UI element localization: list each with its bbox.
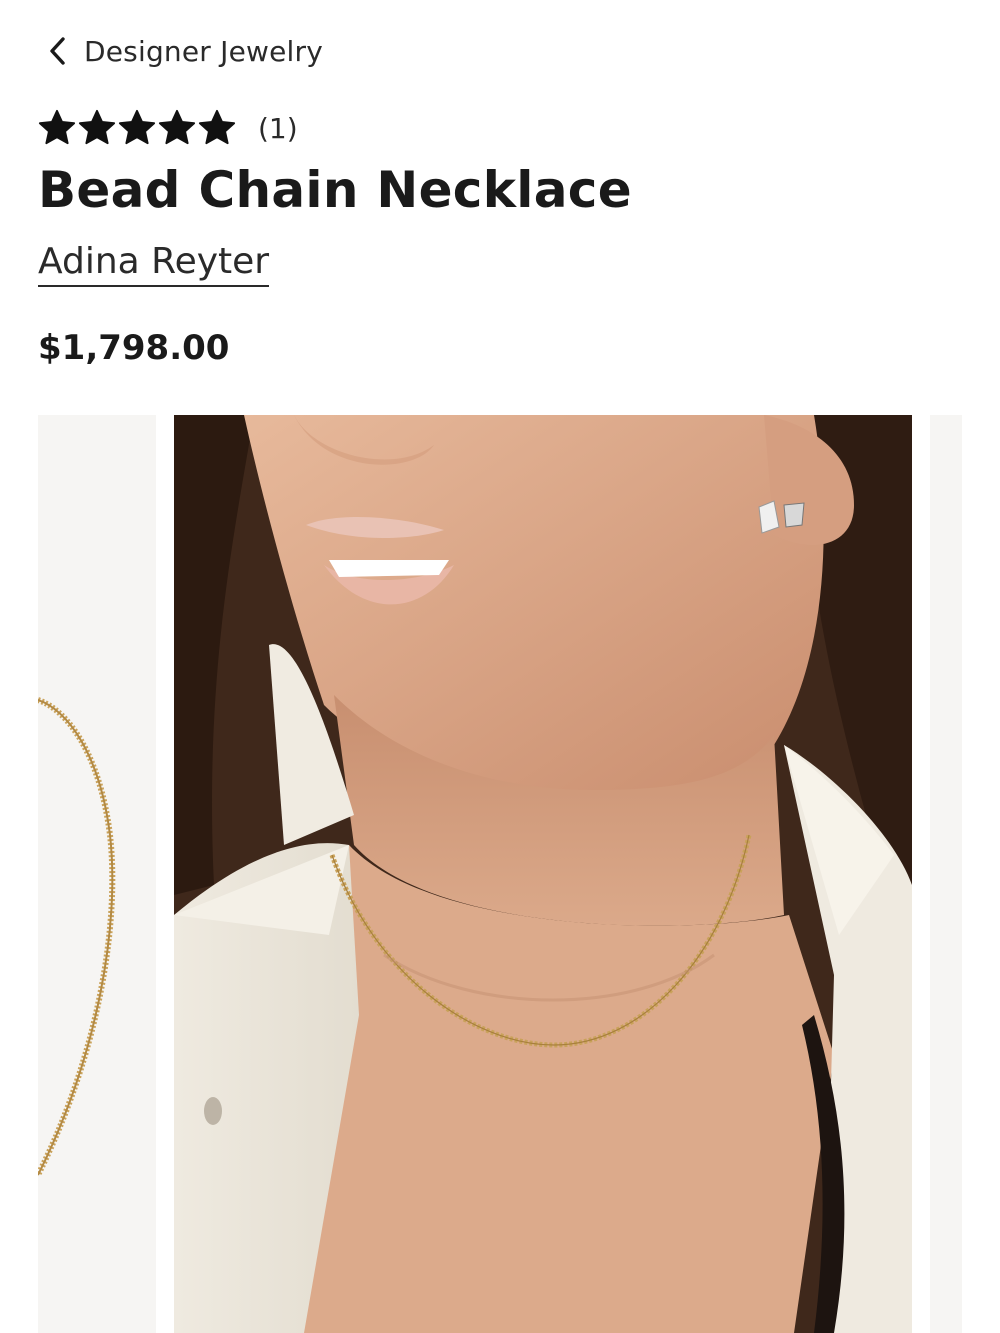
next-product-image [930, 415, 962, 1333]
star-icon [118, 109, 156, 147]
breadcrumb-back-link[interactable]: Designer Jewelry [48, 28, 323, 74]
star-icon [198, 109, 236, 147]
gallery-image-previous[interactable] [38, 415, 156, 1333]
gallery-image-next[interactable] [930, 415, 962, 1333]
star-icon [78, 109, 116, 147]
chevron-left-icon [48, 36, 66, 66]
star-icon [158, 109, 196, 147]
product-price: $1,798.00 [38, 328, 230, 368]
review-count[interactable]: (1) [258, 112, 298, 145]
breadcrumb-label: Designer Jewelry [84, 34, 323, 68]
gallery-image-main[interactable] [174, 415, 912, 1333]
brand-link[interactable]: Adina Reyter [38, 240, 270, 288]
star-icon [38, 109, 76, 147]
product-rating[interactable]: (1) [38, 106, 298, 150]
model-wearing-necklace-image [174, 415, 912, 1333]
image-gallery[interactable] [0, 415, 1000, 1333]
product-title: Bead Chain Necklace [38, 161, 632, 219]
necklace-product-image [38, 415, 156, 1333]
rating-stars [38, 109, 236, 147]
